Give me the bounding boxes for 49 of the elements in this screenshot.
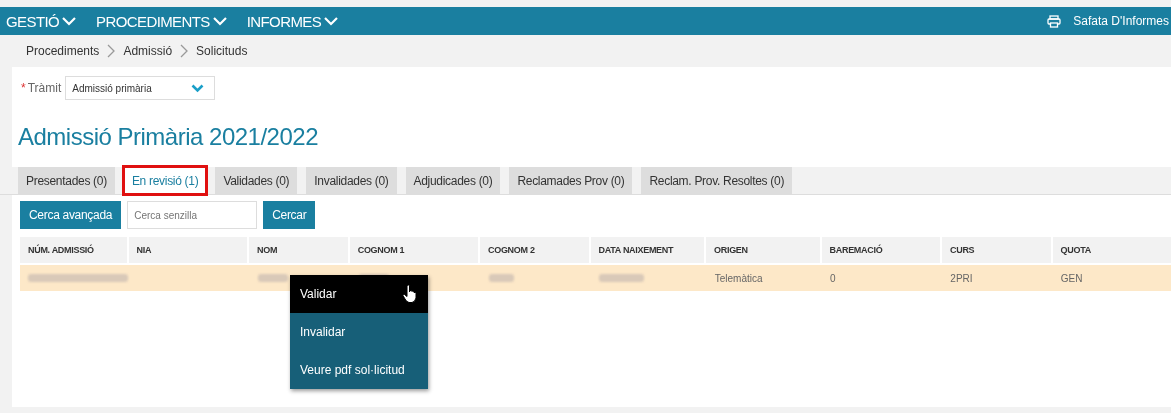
advanced-search-button[interactable]: Cerca avançada <box>20 201 122 229</box>
blurred-text-block <box>258 274 289 282</box>
menu-item[interactable]: Validar <box>290 275 428 313</box>
column-header[interactable]: COGNOM 1 <box>349 237 478 263</box>
breadcrumb-link[interactable]: Admissió <box>123 44 173 58</box>
table-cell: 2PRI <box>950 272 973 284</box>
nav-menu[interactable]: GESTIÓ <box>6 12 87 30</box>
hand-cursor-icon <box>402 284 418 304</box>
tab[interactable]: Invalidades (0) <box>306 167 397 194</box>
required-mark: * <box>21 81 26 95</box>
column-header[interactable]: COGNOM 2 <box>480 237 589 263</box>
blurred-text-block <box>488 274 514 282</box>
nav-menu[interactable]: INFORMES <box>246 12 349 30</box>
blurred-text-block <box>599 274 645 282</box>
tab[interactable]: Adjudicades (0) <box>405 167 501 194</box>
breadcrumb-separator-icon <box>107 44 116 58</box>
search-field[interactable]: Cerca senzilla <box>127 201 258 229</box>
tab[interactable]: Presentades (0) <box>18 167 115 194</box>
tab[interactable]: En revisió (1) <box>123 167 207 194</box>
menu-item[interactable]: Veure pdf sol·licitud <box>290 351 428 389</box>
breadcrumb-link[interactable]: Solicituds <box>196 44 248 58</box>
column-header[interactable]: NIA <box>128 237 247 263</box>
column-header[interactable]: QUOTA <box>1052 237 1171 263</box>
column-header[interactable]: CURS <box>942 237 1051 263</box>
search-button[interactable]: Cercar <box>263 201 316 229</box>
table-cell: Telemàtica <box>714 272 763 284</box>
field-label: Tràmit <box>27 81 62 95</box>
column-header[interactable]: ORIGEN <box>706 237 820 263</box>
breadcrumb-link[interactable]: Procediments <box>26 44 100 58</box>
menu-item[interactable]: Invalidar <box>290 313 428 351</box>
chevron-down-icon <box>324 16 339 26</box>
column-header[interactable]: NOM <box>249 237 348 263</box>
nav-menu[interactable]: PROCEDIMENTS <box>96 12 237 30</box>
chevron-down-icon <box>62 16 77 26</box>
tab[interactable]: Validades (0) <box>215 167 298 194</box>
table-cell: 0 <box>830 272 836 284</box>
chevron-down-icon <box>212 16 227 26</box>
column-header[interactable]: BAREMACIÓ <box>821 237 940 263</box>
tab[interactable]: Reclamades Prov (0) <box>509 167 633 194</box>
tab[interactable]: Reclam. Prov. Resoltes (0) <box>641 167 793 194</box>
tramit-dropdown[interactable]: Admissió primària <box>65 76 216 100</box>
reports-tray-link[interactable]: Safata D'Informes <box>1073 14 1171 28</box>
chevron-down-icon <box>191 83 205 93</box>
breadcrumb-separator-icon <box>180 44 189 58</box>
printer-icon[interactable] <box>1047 14 1062 28</box>
page-title: Admissió Primària 2021/2022 <box>18 123 319 152</box>
column-header[interactable]: NÚM. ADMISSIÓ <box>20 237 127 263</box>
table-cell: GEN <box>1060 272 1083 284</box>
column-header[interactable]: DATA NAIXEMENT <box>590 237 705 263</box>
